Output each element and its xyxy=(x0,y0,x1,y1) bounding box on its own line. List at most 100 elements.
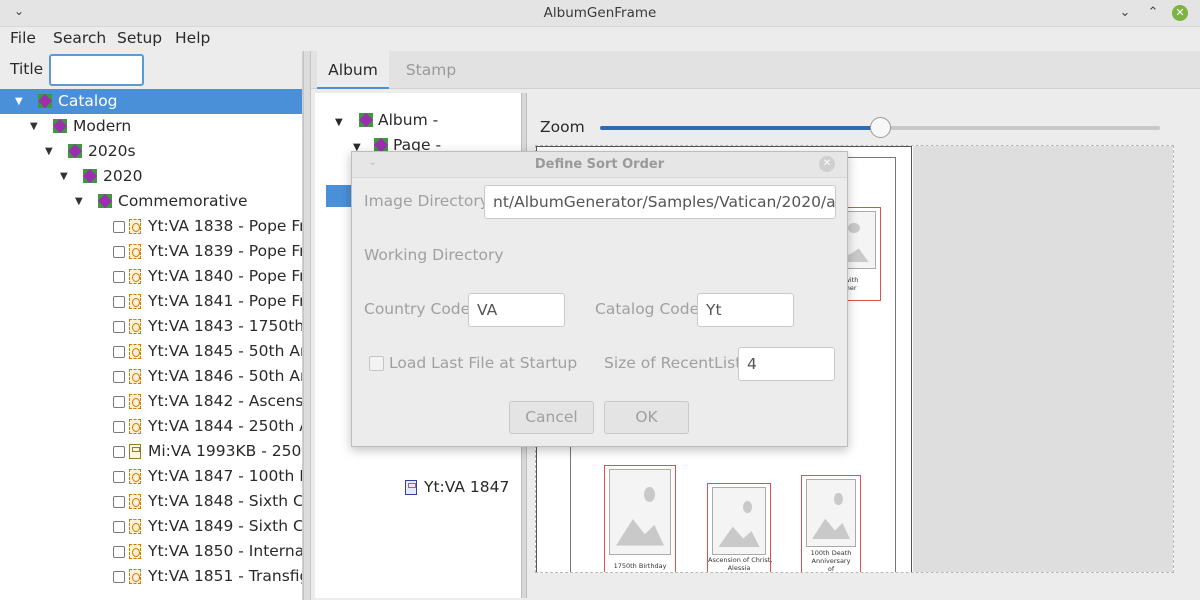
stamp-checkbox[interactable] xyxy=(113,471,125,483)
recent-list-size-field[interactable]: 4 xyxy=(738,347,835,381)
zoom-control: Zoom xyxy=(529,111,1169,141)
stamp-preview-3[interactable]: 100th Death Anniversary of xyxy=(801,475,861,573)
stamp-label: Yt:VA 1845 - 50th Ann xyxy=(148,342,303,360)
zoom-slider-fill xyxy=(600,126,880,130)
app-window: ⌄ AlbumGenFrame ⌄ ⌃ ✕ File Search Setup … xyxy=(0,0,1200,600)
recent-list-size-label: Size of RecentList xyxy=(604,354,742,372)
stamp-icon xyxy=(129,444,141,459)
stamp-label: Yt:VA 1847 - 100th De xyxy=(148,467,302,485)
stamp-caption-3: 100th Death Anniversary of xyxy=(810,549,852,573)
album-tree-arrow[interactable]: ▼ xyxy=(335,108,343,133)
stamp-checkbox[interactable] xyxy=(113,221,125,233)
stamp-checkbox[interactable] xyxy=(113,396,125,408)
stamp-label: Yt:VA 1844 - 250th An xyxy=(148,417,303,435)
load-last-file-label: Load Last File at Startup xyxy=(389,354,578,372)
stamp-checkbox[interactable] xyxy=(113,546,125,558)
stamp-icon xyxy=(129,519,141,534)
stamp-checkbox[interactable] xyxy=(113,496,125,508)
menu-help[interactable]: Help xyxy=(175,29,210,47)
catalog-code-field[interactable]: Yt xyxy=(697,293,794,327)
define-sort-order-dialog: ⌄ Define Sort Order ✕ Image Directory nt… xyxy=(351,151,848,447)
album-node-label: Album - xyxy=(378,111,439,129)
tab-album[interactable]: Album xyxy=(317,51,389,89)
tree-stamp-row[interactable]: Yt:VA 1844 - 250th An xyxy=(0,414,303,439)
folder-node-icon xyxy=(68,144,82,158)
title-filter-row: Title xyxy=(0,51,302,89)
stamp-icon xyxy=(129,294,141,309)
cancel-button[interactable]: Cancel xyxy=(509,401,594,434)
stamp-checkbox[interactable] xyxy=(113,321,125,333)
maximize-icon[interactable]: ⌃ xyxy=(1145,5,1161,21)
stamp-checkbox[interactable] xyxy=(113,271,125,283)
stamp-label: Yt:VA 1851 - Transfigu xyxy=(148,567,303,585)
tab-stamp[interactable]: Stamp xyxy=(395,51,467,89)
tree-node-label: Commemorative xyxy=(118,192,248,210)
expand-arrow-icon[interactable]: ▼ xyxy=(75,189,87,214)
stamp-checkbox[interactable] xyxy=(113,296,125,308)
expand-arrow-icon[interactable]: ▼ xyxy=(45,139,57,164)
tree-stamp-row[interactable]: Yt:VA 1841 - Pope Fra xyxy=(0,289,303,314)
stamp-label: Yt:VA 1838 - Pope Fra xyxy=(148,217,303,235)
title-input[interactable] xyxy=(49,54,144,86)
panel-splitter[interactable] xyxy=(303,51,311,600)
stamp-checkbox[interactable] xyxy=(113,421,125,433)
expand-arrow-icon[interactable]: ▼ xyxy=(15,89,27,114)
stamp-label: Yt:VA 1841 - Pope Fra xyxy=(148,292,303,310)
tree-node-0[interactable]: ▼ Catalog xyxy=(0,89,302,114)
tree-node-1[interactable]: ▼ Modern xyxy=(0,114,302,139)
tree-stamp-row[interactable]: Yt:VA 1842 - Ascensio xyxy=(0,389,303,414)
tree-stamp-row[interactable]: Mi:VA 1993KB - 250th xyxy=(0,439,303,464)
tree-node-label: 2020 xyxy=(103,167,143,185)
load-last-file-checkbox[interactable] xyxy=(369,356,384,371)
tree-node-2[interactable]: ▼ 2020s xyxy=(0,139,302,164)
minimize-icon[interactable]: ⌄ xyxy=(1117,5,1133,21)
tree-node-3[interactable]: ▼ 2020 xyxy=(0,164,302,189)
menu-setup[interactable]: Setup xyxy=(117,29,162,47)
stamp-preview-1[interactable]: 1750th Birthday xyxy=(604,465,676,572)
stamp-checkbox[interactable] xyxy=(113,346,125,358)
folder-node-icon xyxy=(83,169,97,183)
tree-stamp-row[interactable]: Yt:VA 1846 - 50th Ann xyxy=(0,364,302,389)
image-directory-field[interactable]: nt/AlbumGenerator/Samples/Vatican/2020/a… xyxy=(484,185,836,219)
tree-stamp-row[interactable]: Yt:VA 1843 - 1750th B xyxy=(0,314,302,339)
expand-arrow-icon[interactable]: ▼ xyxy=(30,114,42,139)
stamp-checkbox[interactable] xyxy=(113,446,125,458)
window-title: AlbumGenFrame xyxy=(543,5,657,21)
tab-bar: Album Stamp xyxy=(311,51,1200,89)
album-node-icon xyxy=(359,113,373,127)
title-bar: ⌄ AlbumGenFrame ⌄ ⌃ ✕ xyxy=(0,0,1200,27)
tree-stamp-row[interactable]: Yt:VA 1838 - Pope Fra xyxy=(0,214,303,239)
menu-search[interactable]: Search xyxy=(53,29,106,47)
stamp-icon xyxy=(129,469,141,484)
tree-stamp-row[interactable]: Yt:VA 1839 - Pope Fra xyxy=(0,239,302,264)
tree-stamp-row[interactable]: Yt:VA 1850 - Internati xyxy=(0,539,303,564)
tree-node-4[interactable]: ▼ Commemorative xyxy=(0,189,302,214)
stamp-checkbox[interactable] xyxy=(113,521,125,533)
dialog-title: Define Sort Order xyxy=(534,157,665,172)
dialog-close-icon[interactable]: ✕ xyxy=(819,156,835,172)
stamp-preview-2[interactable]: Ascension of Christ, Alessia Rithaus xyxy=(707,483,772,572)
stamp-checkbox[interactable] xyxy=(113,571,125,583)
stamp-icon xyxy=(129,219,141,234)
stamp-icon xyxy=(129,244,141,259)
stamp-checkbox[interactable] xyxy=(113,246,125,258)
expand-arrow-icon[interactable]: ▼ xyxy=(60,164,72,189)
tree-stamp-row[interactable]: Yt:VA 1849 - Sixth Cen xyxy=(0,514,302,539)
stamp-checkbox[interactable] xyxy=(113,371,125,383)
tree-stamp-row[interactable]: Yt:VA 1845 - 50th Ann xyxy=(0,339,303,364)
stamp-label: Yt:VA 1850 - Internati xyxy=(148,542,303,560)
tree-stamp-row[interactable]: Yt:VA 1847 - 100th De xyxy=(0,464,302,489)
ok-button[interactable]: OK xyxy=(604,401,689,434)
tree-node-label: Catalog xyxy=(58,92,118,110)
menu-file[interactable]: File xyxy=(10,29,36,47)
tree-stamp-row[interactable]: Yt:VA 1848 - Sixth Cen xyxy=(0,489,302,514)
stamp-label: Mi:VA 1993KB - 250th xyxy=(148,442,303,460)
tree-node-label: 2020s xyxy=(88,142,136,160)
zoom-slider-knob[interactable] xyxy=(870,117,891,138)
album-tree-selected-row[interactable] xyxy=(326,185,354,207)
stamp-label: Yt:VA 1842 - Ascensio xyxy=(148,392,303,410)
tree-stamp-row[interactable]: Yt:VA 1851 - Transfigu xyxy=(0,564,303,589)
close-icon[interactable]: ✕ xyxy=(1172,5,1188,21)
tree-stamp-row[interactable]: Yt:VA 1840 - Pope Fra xyxy=(0,264,302,289)
country-code-field[interactable]: VA xyxy=(468,293,565,327)
